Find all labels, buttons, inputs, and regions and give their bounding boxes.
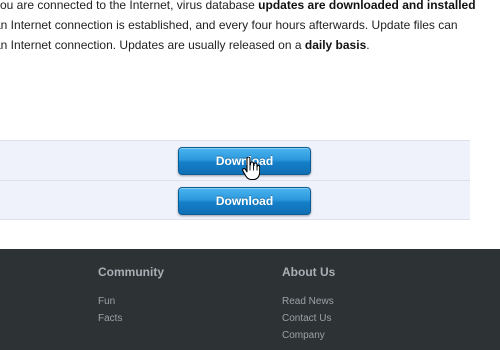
intro-line-2: an Internet connection is established, a… — [0, 18, 458, 32]
footer-link-item: Contact Us — [282, 310, 335, 327]
footer-link-item: Company — [282, 327, 335, 344]
intro-line-3-end: . — [366, 38, 370, 52]
footer-link-facts[interactable]: Facts — [98, 313, 122, 324]
download-table: Download Download — [0, 140, 470, 220]
intro-line-1-bold: updates are downloaded and installed — [258, 0, 476, 12]
download-button[interactable]: Download — [178, 187, 311, 215]
footer-link-item: Facts — [98, 310, 164, 327]
download-row: Download — [0, 140, 470, 180]
footer-link-contact-us[interactable]: Contact Us — [282, 313, 331, 324]
footer-community-heading: Community — [98, 265, 164, 279]
intro-line-1-text: you are connected to the Internet, virus… — [0, 0, 259, 12]
intro-line-3-text: an Internet connection. Updates are usua… — [0, 38, 305, 52]
footer-about-column: About Us Read News Contact Us Company — [282, 265, 335, 344]
intro-line-3: an Internet connection. Updates are usua… — [0, 35, 500, 55]
footer-link-read-news[interactable]: Read News — [282, 296, 334, 307]
site-footer: Community Fun Facts About Us Read News C… — [0, 249, 500, 350]
footer-link-item: Fun — [98, 293, 164, 310]
footer-community-links: Fun Facts — [98, 293, 164, 327]
update-info-text: you are connected to the Internet, virus… — [0, 0, 500, 55]
download-row: Download — [0, 180, 470, 220]
footer-community-column: Community Fun Facts — [98, 265, 164, 327]
footer-link-company[interactable]: Company — [282, 330, 325, 341]
intro-line-3-bold: daily basis — [304, 38, 367, 52]
download-button[interactable]: Download — [178, 147, 311, 175]
footer-link-fun[interactable]: Fun — [98, 296, 115, 307]
footer-about-heading: About Us — [282, 265, 336, 279]
intro-line-1: you are connected to the Internet, virus… — [0, 0, 500, 15]
footer-about-links: Read News Contact Us Company — [282, 293, 335, 344]
footer-link-item: Read News — [282, 293, 335, 310]
